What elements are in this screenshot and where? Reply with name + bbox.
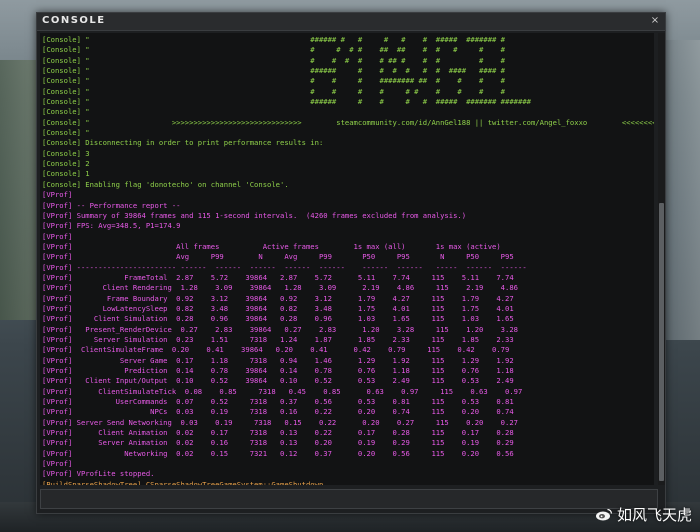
- console-line: [VProf] NPCs 0.03 0.19 7318 0.16 0.22 0.…: [42, 407, 514, 417]
- console-line: [VProf] Server Send Networking 0.03 0.19…: [42, 417, 518, 427]
- console-line: [VProf] Prediction 0.14 0.78 39864 0.14 …: [42, 366, 514, 375]
- console-line: [VProf] Avg P99 N Avg P99 P50 P95 N P50 …: [42, 252, 514, 262]
- console-line: [VProf] Networking 0.02 0.15 7321 0.12 0…: [42, 448, 514, 458]
- console-line: [Console] Disconnecting in order to prin…: [42, 138, 324, 148]
- console-line: [Console] " ###### # # # # # # #### ####…: [42, 66, 506, 76]
- console-line: [Console] ": [42, 128, 90, 138]
- scrollbar-thumb[interactable]: [659, 203, 664, 481]
- console-line: [VProf] VProfLite stopped.: [42, 469, 155, 479]
- console-line: [Console] ": [42, 107, 90, 117]
- console-output[interactable]: [Console] " ###### # # # # # ##### #####…: [40, 33, 654, 485]
- console-line: [BuildSparseShadowTree] CSparseShadowTre…: [42, 479, 324, 485]
- console-line: [VProf] Server Animation 0.02 0.16 7318 …: [42, 438, 514, 448]
- console-lines: [Console] " ###### # # # # # ##### #####…: [42, 35, 654, 485]
- weibo-logo-icon: [595, 508, 613, 521]
- watermark: 如风飞天虎: [595, 504, 692, 524]
- command-input[interactable]: [41, 493, 657, 512]
- console-line: [VProf] Client Simulation 0.28 0.96 3986…: [42, 314, 514, 324]
- console-line: [VProf] ----------------------- ------ -…: [42, 262, 527, 272]
- command-input-bar[interactable]: [40, 489, 658, 512]
- console-line: [VProf]: [42, 190, 73, 200]
- console-line: [Console] Enabling flag 'donotecho' on c…: [42, 179, 289, 189]
- console-line: [VProf] All frames Active frames 1s max …: [42, 241, 501, 251]
- console-line: [VProf] Client Input/Output 0.10 0.52 39…: [42, 376, 514, 386]
- output-scrollbar[interactable]: [658, 33, 665, 485]
- console-line: [VProf] ClientSimulateTick 0.08 0.85 731…: [42, 386, 523, 396]
- console-titlebar[interactable]: CONSOLE ×: [37, 13, 665, 31]
- console-line: [VProf] Server Game 0.17 1.18 7318 0.94 …: [42, 355, 514, 365]
- console-line: [VProf] Client Rendering 1.28 3.09 39864…: [42, 283, 518, 293]
- console-line: [VProf]: [42, 231, 73, 241]
- console-line: [VProf] FrameTotal 2.87 5.72 39864 2.87 …: [42, 272, 514, 282]
- console-line: [Console] 3: [42, 148, 90, 158]
- console-title: CONSOLE: [42, 15, 106, 26]
- console-line: [VProf] ClientSimulateFrame 0.20 0.41 39…: [42, 345, 510, 355]
- console-line: [Console] " # # # # # ## # # # # #: [42, 55, 506, 65]
- console-line: [Console] " # # # # ## ## # # # # #: [42, 45, 506, 55]
- console-line: [VProf] Present_RenderDevice 0.27 2.83 3…: [42, 324, 518, 334]
- console-line: [VProf] FPS: Avg=348.5, P1=174.9: [42, 221, 181, 231]
- console-line: [VProf] Frame Boundary 0.92 3.12 39864 0…: [42, 293, 514, 303]
- console-line: [Console] " >>>>>>>>>>>>>>>>>>>>>>>>>>>>…: [42, 117, 654, 127]
- console-line: [VProf] Summary of 39864 frames and 115 …: [42, 210, 467, 220]
- console-line: [Console] 1: [42, 169, 90, 179]
- console-line: [VProf] Server Simulation 0.23 1.51 7318…: [42, 334, 514, 344]
- console-line: [Console] 2: [42, 159, 90, 169]
- console-line: [Console] " # # # ######## ## # # # #: [42, 76, 506, 86]
- watermark-text: 如风飞天虎: [616, 505, 692, 524]
- close-icon[interactable]: ×: [649, 14, 661, 27]
- console-window: CONSOLE × [Console] " ###### # # # # # #…: [36, 12, 666, 514]
- console-line: [Console] " ###### # # # # # ##### #####…: [42, 35, 506, 44]
- console-line: [VProf] -- Performance report --: [42, 200, 181, 210]
- background-left-train: [0, 60, 40, 320]
- console-line: [VProf]: [42, 459, 73, 469]
- console-line: [Console] " # # # # # # # # # #: [42, 86, 506, 96]
- console-line: [VProf] Client Animation 0.02 0.17 7318 …: [42, 428, 514, 438]
- console-line: [VProf] UserCommands 0.07 0.52 7318 0.37…: [42, 397, 514, 407]
- console-line: [Console] " ###### # # # # ##### #######…: [42, 97, 531, 107]
- console-line: [VProf] LowLatencySleep 0.82 3.48 39864 …: [42, 303, 514, 313]
